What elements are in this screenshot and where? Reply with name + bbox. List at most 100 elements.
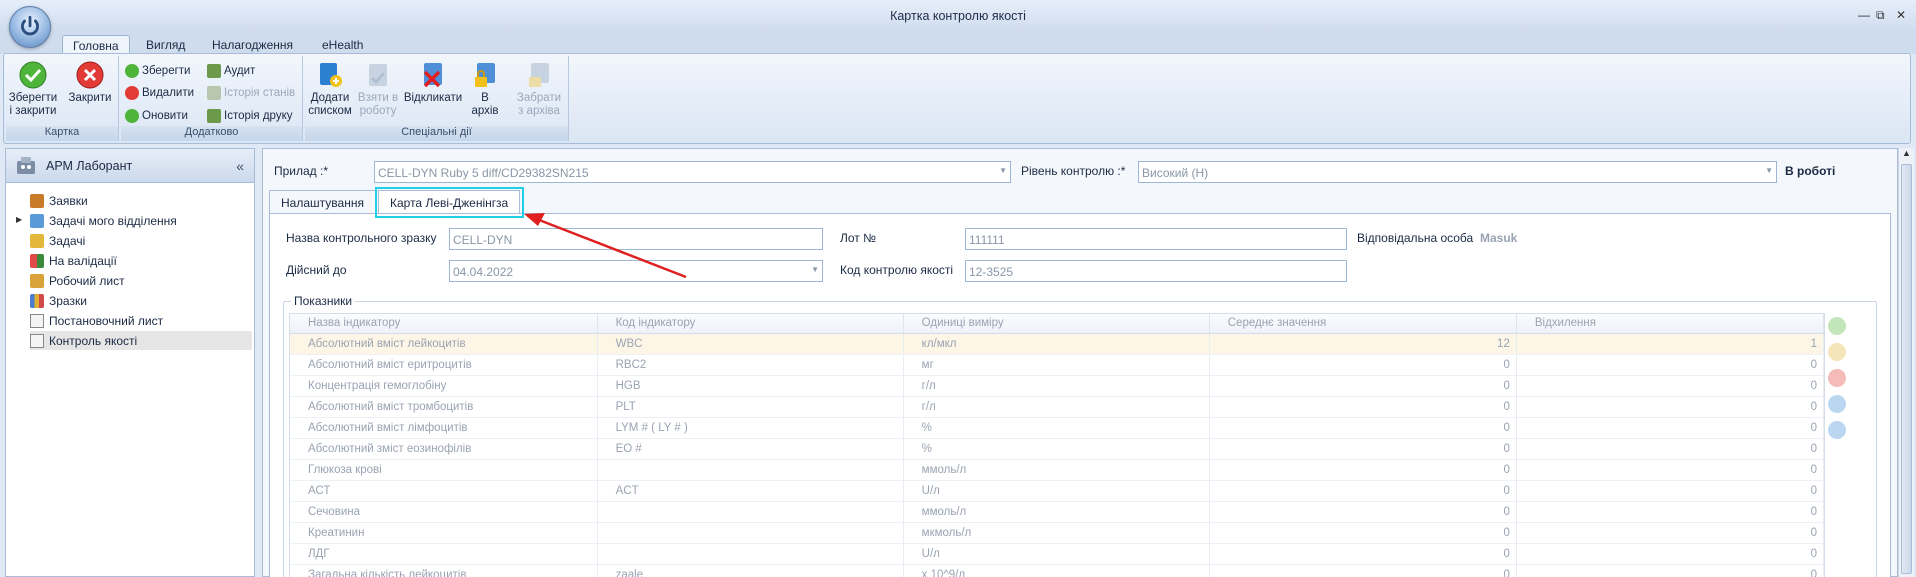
cell: 0 (1209, 438, 1517, 460)
cell: % (903, 438, 1210, 460)
column-header[interactable]: Відхилення (1516, 314, 1824, 334)
indicators-grid[interactable]: Назва індикатору Код індикатору Одиниці … (289, 313, 1825, 577)
take-work-button[interactable]: Взяти в роботу (355, 58, 401, 118)
table-row[interactable]: Концентрація гемоглобіну HGB г/л 0 0 (290, 375, 1824, 397)
tab-vyhlyad[interactable]: Вигляд (136, 35, 195, 54)
tab-nalahodzhennya[interactable]: Налагодження (202, 35, 303, 54)
revoke-button[interactable]: Відкликати (403, 58, 463, 105)
nav-item-worksheet[interactable]: Робочий лист (30, 271, 252, 290)
cell (597, 459, 904, 481)
table-row[interactable]: Абсолютний вміст еритроцитів RBC2 мг 0 0 (290, 354, 1824, 376)
history-icon (207, 86, 221, 100)
save-close-button[interactable]: Зберегти і закрити (8, 58, 58, 118)
table-row[interactable]: Абсолютний зміст еозинофілів EO #% 0 0 (290, 438, 1824, 460)
dropdown-arrow-icon: ▼ (999, 166, 1007, 175)
qc-code-label: Код контролю якості (840, 263, 954, 277)
qc-code-field[interactable]: 12-3525 (965, 260, 1347, 282)
app-menu-button[interactable] (9, 6, 51, 48)
expand-arrow-icon[interactable]: ▶ (16, 215, 22, 224)
nav-item-label: Постановочний лист (49, 313, 164, 328)
nav-item-label: Задачі (49, 233, 86, 248)
delete-button[interactable]: Видалити (125, 84, 194, 102)
nav-item-label: Робочий лист (49, 273, 125, 288)
nav-item-quality-control[interactable]: Контроль якості (30, 331, 252, 350)
cell (597, 522, 904, 544)
from-archive-label-2: з архіва (518, 105, 560, 117)
nav-item-tasks[interactable]: Задачі (30, 231, 252, 250)
tab-ehealth[interactable]: eHealth (312, 35, 373, 54)
responsible-label: Відповідальна особа (1357, 231, 1474, 245)
edit-row-icon[interactable] (1828, 343, 1846, 361)
power-icon (21, 15, 39, 36)
add-list-button[interactable]: Додати списком (307, 58, 353, 118)
archive-button[interactable]: В архів (465, 58, 505, 118)
table-row[interactable]: Абсолютний вміст тромбоцитів PLT г/л 0 0 (290, 396, 1824, 418)
lot-value: 111111 (969, 233, 1005, 247)
table-row[interactable]: Абсолютний вміст лейкоцитів WBC кл/мкл 12 1 (290, 333, 1824, 355)
cell: Абсолютний зміст еозинофілів (290, 438, 598, 460)
column-header[interactable]: Одиниці виміру (903, 314, 1210, 334)
cell: 12 (1209, 333, 1517, 355)
minimize-button[interactable]: — (1858, 8, 1870, 22)
table-row[interactable]: Абсолютний вміст лімфоцитів LYM # ( LY # … (290, 417, 1824, 439)
print-history-button[interactable]: Історія друку (207, 107, 293, 125)
scrollbar-thumb[interactable] (1901, 164, 1912, 574)
cell: Глюкоза крові (290, 459, 598, 481)
close-icon (75, 60, 105, 90)
from-archive-button[interactable]: Забрати з архіва (513, 58, 565, 118)
cell: 0 (1209, 459, 1517, 481)
take-work-label-1: Взяти в (357, 92, 399, 104)
restore-button[interactable]: ⧉ (1876, 8, 1885, 23)
table-row[interactable]: АСТ ACT U/л 0 0 (290, 480, 1824, 502)
take-work-label-2: роботу (359, 105, 397, 117)
nav-item-zayavky[interactable]: Заявки (30, 191, 252, 210)
close-label: Закрити (68, 92, 112, 104)
add-row-icon[interactable] (1828, 317, 1846, 335)
cell: ммоль/л (903, 501, 1210, 523)
device-select[interactable]: CELL-DYN Ruby 5 diff/CD29382SN215 ▼ (374, 161, 1011, 183)
status-label: В роботі (1785, 164, 1836, 178)
close-button[interactable]: Закрити (66, 58, 114, 105)
vertical-scrollbar[interactable]: ▲ (1898, 148, 1914, 577)
table-row[interactable]: Сечовина ммоль/л 0 0 (290, 501, 1824, 523)
cell: Концентрація гемоглобіну (290, 375, 598, 397)
scroll-up-icon[interactable]: ▲ (1902, 148, 1911, 158)
table-row[interactable]: ЛДГ U/л 0 0 (290, 543, 1824, 565)
cell: г/л (903, 396, 1210, 418)
level-select[interactable]: Високий (H) ▼ (1138, 161, 1777, 183)
navigation-panel: АРМ Лаборант « Заявки Задачі мого відділ… (5, 148, 255, 577)
nav-item-validation[interactable]: На валідації (30, 251, 252, 270)
tab-golovna[interactable]: Головна (62, 35, 130, 54)
close-window-button[interactable]: ✕ (1896, 8, 1906, 22)
column-header[interactable]: Середнє значення (1209, 314, 1517, 334)
audit-button[interactable]: Аудит (207, 62, 255, 80)
valid-until-field[interactable]: 04.04.2022 ▼ (449, 260, 823, 282)
table-row[interactable]: Глюкоза крові ммоль/л 0 0 (290, 459, 1824, 481)
lot-field[interactable]: 111111 (965, 228, 1347, 250)
save-button[interactable]: Зберегти (125, 62, 190, 80)
nav-item-label: На валідації (49, 253, 117, 268)
nav-item-samples[interactable]: Зразки (30, 291, 252, 310)
nav-item-department-tasks[interactable]: Задачі мого відділення (30, 211, 252, 230)
group-dodatkovo: Зберегти Видалити Оновити Аудит Історія … (121, 56, 303, 141)
refresh-button[interactable]: Оновити (125, 107, 188, 125)
table-row[interactable]: Креатинин мкмоль/л 0 0 (290, 522, 1824, 544)
move-up-icon[interactable] (1828, 395, 1846, 413)
delete-row-icon[interactable] (1828, 369, 1846, 387)
cell: 0 (1209, 480, 1517, 502)
collapse-panel-button[interactable]: « (236, 158, 244, 174)
tab-settings[interactable]: Налаштування (269, 190, 376, 213)
cell: % (903, 417, 1210, 439)
move-down-icon[interactable] (1828, 421, 1846, 439)
grid-header-row: Назва індикатору Код індикатору Одиниці … (290, 314, 1824, 334)
column-header[interactable]: Назва індикатору (290, 314, 598, 334)
nav-item-setup-sheet[interactable]: Постановочний лист (30, 311, 252, 330)
navigation-title: АРМ Лаборант (46, 158, 133, 173)
sample-name-field[interactable]: CELL-DYN (449, 228, 823, 250)
archive-label-1: В (481, 92, 489, 104)
column-header[interactable]: Код індикатору (597, 314, 904, 334)
add-document-icon (315, 60, 345, 90)
cell: 0 (1209, 396, 1517, 418)
table-row[interactable]: Загальна кількість лейкоцитів zaale х 10^9… (290, 564, 1824, 577)
state-history-button[interactable]: Історія станів (207, 84, 295, 102)
